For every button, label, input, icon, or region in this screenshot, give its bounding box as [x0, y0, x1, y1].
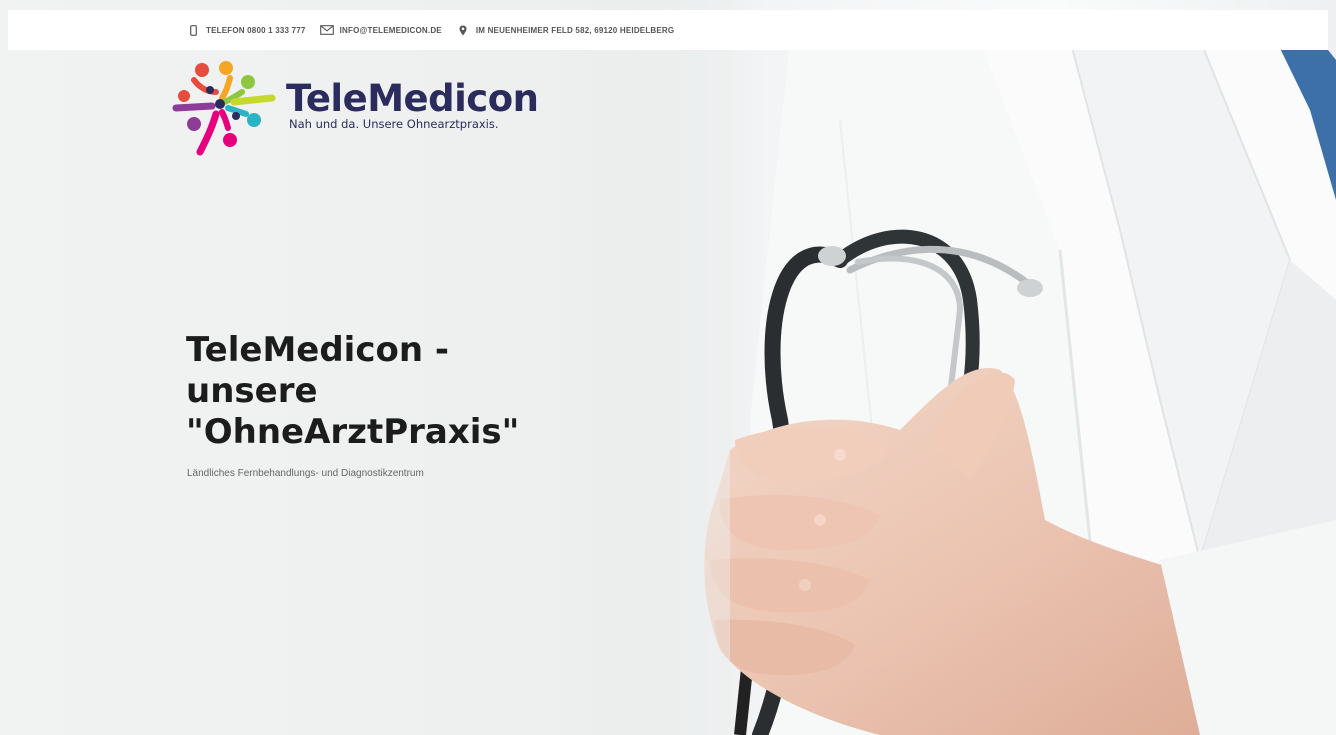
location-pin-icon	[456, 24, 470, 36]
doctor-with-stethoscope-image	[640, 0, 1336, 735]
logo-name: TeleMedicon	[286, 76, 539, 120]
phone-text: TELEFON 0800 1 333 777	[206, 25, 306, 35]
address-text: IM NEUENHEIMER FELD 582, 69120 HEIDELBER…	[475, 25, 675, 35]
hero-subline: Ländliches Fernbehandlungs- und Diagnost…	[187, 468, 424, 479]
hero-headline-line3: "OhneArztPraxis"	[186, 412, 520, 452]
hero-headline-line1: TeleMedicon -	[186, 330, 450, 370]
logo-mark-icon	[172, 61, 276, 156]
telemedicon-logo[interactable]: TeleMedicon Nah und da. Unsere Ohnearztp…	[172, 56, 552, 160]
email-text: INFO@TELEMEDICON.DE	[339, 25, 442, 35]
logo-text: TeleMedicon Nah und da. Unsere Ohnearztp…	[286, 76, 539, 131]
phone-link[interactable]: TELEFON 0800 1 333 777	[186, 24, 306, 36]
contact-bar: TELEFON 0800 1 333 777 INFO@TELEMEDICON.…	[8, 10, 1328, 50]
hero-headline-line2: unsere	[186, 371, 318, 411]
phone-icon	[186, 24, 200, 36]
mail-icon	[319, 24, 334, 36]
hero-headline: TeleMedicon - unsere "OhneArztPraxis"	[186, 330, 616, 453]
page: TELEFON 0800 1 333 777 INFO@TELEMEDICON.…	[0, 0, 1336, 735]
address-link[interactable]: IM NEUENHEIMER FELD 582, 69120 HEIDELBER…	[456, 24, 674, 36]
email-link[interactable]: INFO@TELEMEDICON.DE	[319, 24, 442, 36]
